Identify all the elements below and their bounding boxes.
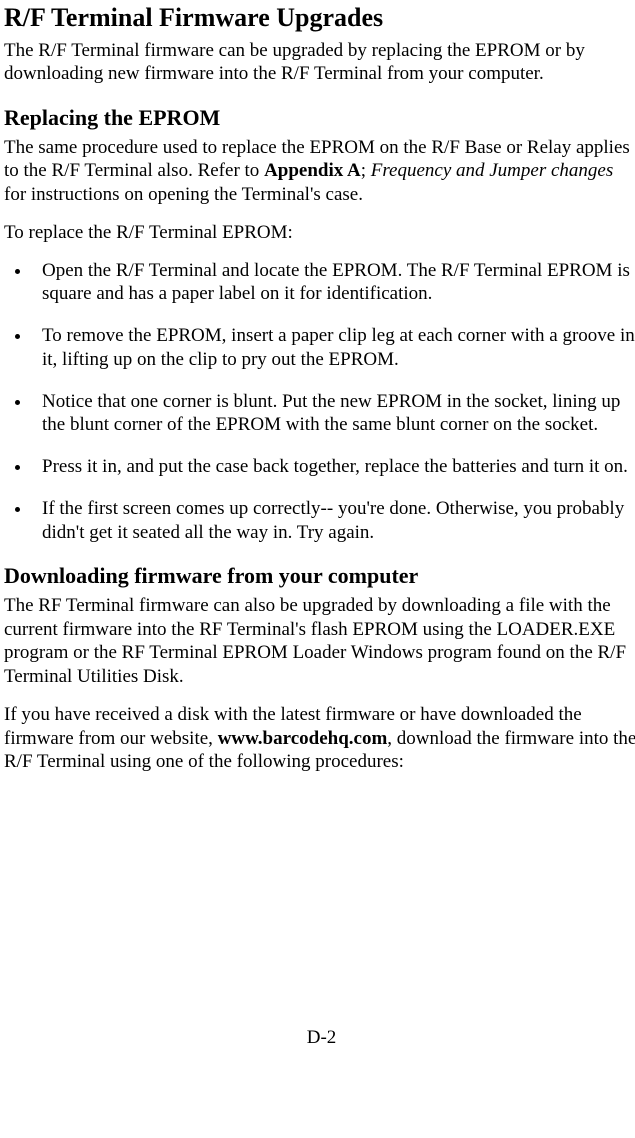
text-fragment: ; bbox=[361, 160, 371, 181]
list-item: Press it in, and put the case back toget… bbox=[32, 455, 635, 479]
page-title: R/F Terminal Firmware Upgrades bbox=[4, 2, 635, 35]
section1-para2: To replace the R/F Terminal EPROM: bbox=[4, 221, 635, 245]
list-item: Notice that one corner is blunt. Put the… bbox=[32, 390, 635, 438]
section-heading-eprom: Replacing the EPROM bbox=[4, 104, 635, 132]
list-item: Open the R/F Terminal and locate the EPR… bbox=[32, 259, 635, 307]
eprom-steps-list: Open the R/F Terminal and locate the EPR… bbox=[4, 259, 635, 545]
section2-para1: The RF Terminal firmware can also be upg… bbox=[4, 594, 635, 689]
website-url: www.barcodehq.com bbox=[218, 728, 388, 749]
list-item: If the first screen comes up correctly--… bbox=[32, 497, 635, 545]
section1-para1: The same procedure used to replace the E… bbox=[4, 136, 635, 207]
appendix-ref: Appendix A bbox=[264, 160, 361, 181]
text-fragment: for instructions on opening the Terminal… bbox=[4, 184, 363, 205]
page-number: D-2 bbox=[4, 1026, 635, 1050]
section2-para2: If you have received a disk with the lat… bbox=[4, 703, 635, 774]
list-item: To remove the EPROM, insert a paper clip… bbox=[32, 324, 635, 372]
section-heading-download: Downloading firmware from your computer bbox=[4, 562, 635, 590]
intro-paragraph: The R/F Terminal firmware can be upgrade… bbox=[4, 39, 635, 87]
appendix-title: Frequency and Jumper changes bbox=[371, 160, 614, 181]
